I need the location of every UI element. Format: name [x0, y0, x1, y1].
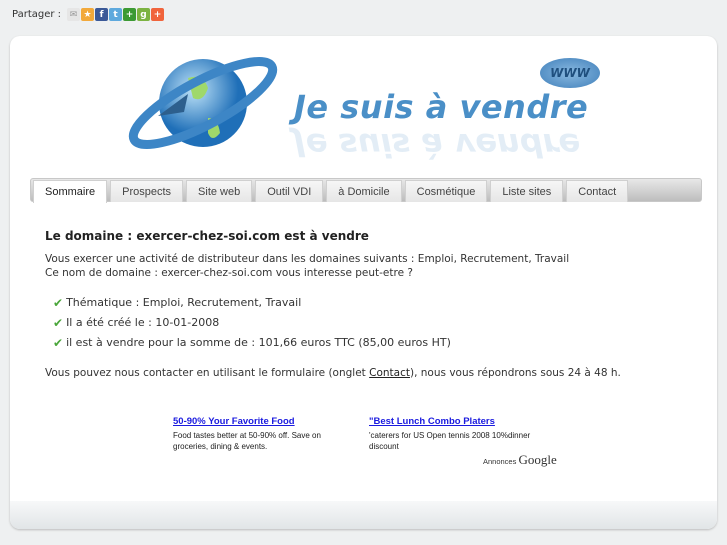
list-item: ✔ Il a été créé le : 10-01-2008	[53, 316, 621, 330]
feature-list: ✔ Thématique : Emploi, Recrutement, Trava…	[53, 296, 621, 350]
ad-item: "Best Lunch Combo Platers 'caterers for U…	[369, 416, 534, 452]
page-title: Le domaine : exercer-chez-soi.com est à …	[45, 229, 369, 243]
ad-item: 50-90% Your Favorite Food Food tastes bet…	[173, 416, 338, 452]
tab-site-web[interactable]: Site web	[186, 180, 253, 202]
tab-outil-vdi[interactable]: Outil VDI	[255, 180, 324, 202]
email-icon[interactable]: ✉	[67, 8, 81, 21]
logo-text: Je suis à vendre	[294, 88, 589, 126]
addthis-icon[interactable]: +	[151, 8, 165, 21]
list-item: ✔ il est à vendre pour la somme de : 101,…	[53, 336, 621, 350]
ads-block: 50-90% Your Favorite Food Food tastes bet…	[173, 416, 534, 452]
ad-text: 'caterers for US Open tennis 2008 10%din…	[369, 431, 531, 451]
google-ads-link[interactable]: Annonces Google	[483, 452, 557, 468]
contact-text-before: Vous pouvez nous contacter en utilisant …	[45, 367, 370, 379]
tab-cosm-tique[interactable]: Cosmétique	[404, 180, 488, 202]
intro-line-1: Vous exercer une activité de distributeu…	[45, 253, 570, 265]
nav-tabs: Sommaire Prospects Site web Outil VDI à Domi…	[30, 178, 702, 203]
twitter-icon[interactable]: t	[109, 8, 123, 21]
ad-title-link[interactable]: 50-90% Your Favorite Food	[173, 416, 338, 427]
site-logo: Je suis à vendre Je suis à vendre WWW	[128, 48, 608, 164]
checkmark-icon: ✔	[53, 336, 64, 350]
intro-line-2: Ce nom de domaine : exercer-chez-soi.com…	[45, 267, 413, 279]
ad-title-link[interactable]: "Best Lunch Combo Platers	[369, 416, 534, 427]
logo-reflection: Je suis à vendre	[294, 126, 581, 164]
contact-text-after: ), nous vous répondrons sous 24 à 48 h.	[410, 367, 621, 379]
list-item: ✔ Thématique : Emploi, Recrutement, Trava…	[53, 296, 621, 310]
share-bar: Partager : ✉ ★ f t + g +	[12, 8, 165, 21]
tab-sommaire[interactable]: Sommaire	[33, 180, 108, 203]
list-item-text: Il a été créé le : 10-01-2008	[66, 316, 220, 329]
list-item-text: il est à vendre pour la somme de : 101,6…	[66, 336, 451, 349]
google-logo: Google	[518, 452, 557, 467]
ad-text: Food tastes better at 50-90% off. Save o…	[173, 431, 321, 451]
www-bubble: WWW	[540, 58, 600, 88]
globe-icon	[128, 57, 278, 149]
add-green-icon[interactable]: +	[123, 8, 137, 21]
list-item-text: Thématique : Emploi, Recrutement, Travai…	[66, 296, 302, 309]
main-card: Je suis à vendre Je suis à vendre WWW So…	[10, 36, 717, 529]
checkmark-icon: ✔	[53, 296, 64, 310]
contact-text: Vous pouvez nous contacter en utilisant …	[45, 366, 621, 380]
tab-contact[interactable]: Contact	[566, 180, 629, 202]
tab-liste-sites[interactable]: Liste sites	[490, 180, 564, 202]
google-icon[interactable]: g	[137, 8, 151, 21]
main-content: Le domaine : exercer-chez-soi.com est à …	[45, 229, 621, 380]
tab-prospects[interactable]: Prospects	[110, 180, 184, 202]
facebook-icon[interactable]: f	[95, 8, 109, 21]
share-label: Partager :	[12, 9, 62, 20]
annonces-label: Annonces	[483, 457, 517, 466]
contact-link[interactable]: Contact	[369, 367, 410, 379]
footer	[10, 501, 717, 529]
tab--domicile[interactable]: à Domicile	[326, 180, 402, 202]
checkmark-icon: ✔	[53, 316, 64, 330]
favorite-star-icon[interactable]: ★	[81, 8, 95, 21]
